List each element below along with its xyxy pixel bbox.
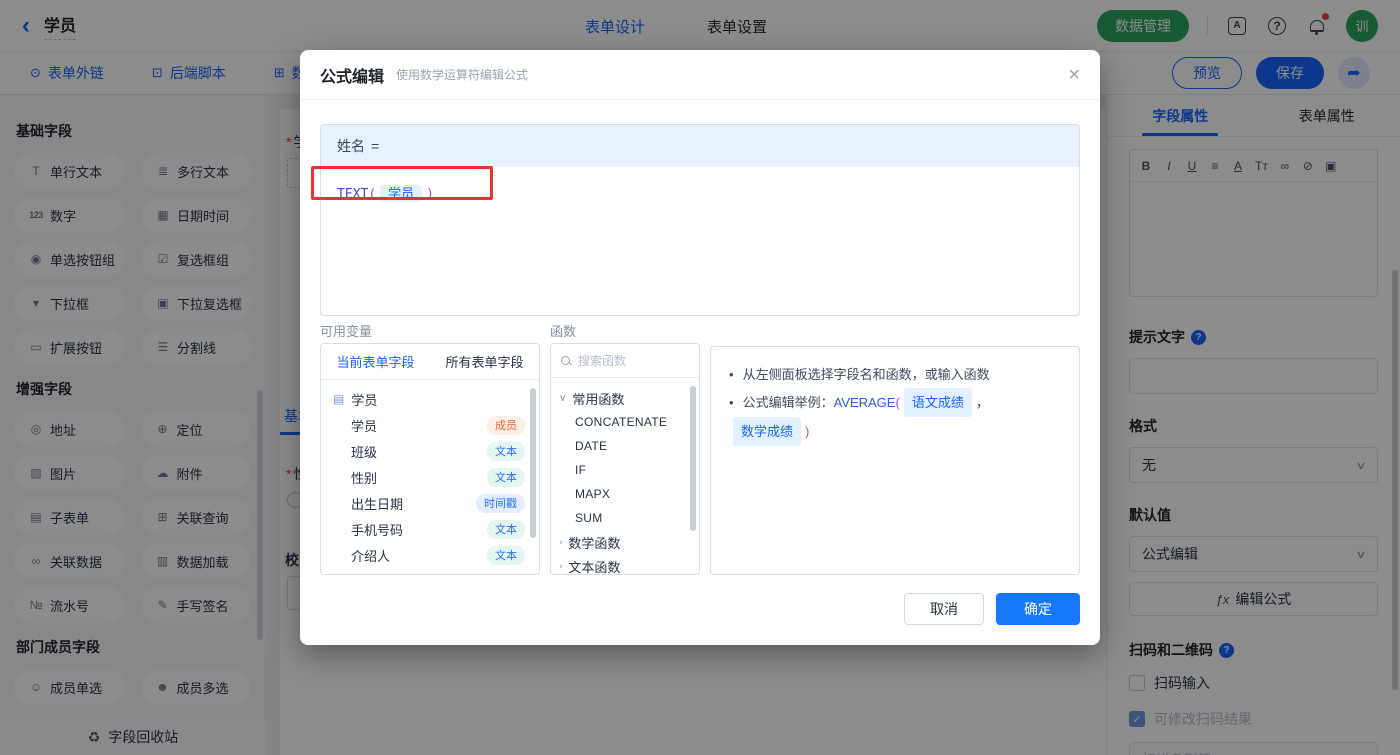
example-chip: 语文成绩 xyxy=(903,388,972,417)
help-line-1: • 从左侧面板选择字段名和函数，或输入函数 xyxy=(729,367,990,382)
cancel-button[interactable]: 取消 xyxy=(904,593,984,625)
search-icon xyxy=(561,355,571,366)
type-badge: 文本 xyxy=(487,545,525,565)
modal-title: 公式编辑 xyxy=(320,68,385,86)
variables-panel: 当前表单字段 所有表单字段 ▤ 学员 学员 成员 班级 文本 性别 文本 出生日期 时间戳 手机号码… xyxy=(320,343,540,575)
search-placeholder: 搜索函数 xyxy=(578,354,627,368)
type-badge: 文本 xyxy=(487,467,525,487)
variable-row-手机号码[interactable]: 手机号码 文本 xyxy=(321,516,539,542)
type-badge: 文本 xyxy=(487,519,525,539)
variable-row-班级[interactable]: 班级 文本 xyxy=(321,438,539,464)
function-item-DATE[interactable]: DATE xyxy=(551,434,699,458)
functions-list: ∨ 常用函数 CONCATENATE DATE IF MAPX SUM › 数学函数 › 文本函数 xyxy=(551,378,699,575)
chevron-down-icon: ∨ xyxy=(559,392,567,404)
function-item-MAPX[interactable]: MAPX xyxy=(551,482,699,506)
confirm-button[interactable]: 确定 xyxy=(996,593,1080,625)
formula-help-panel: • 从左侧面板选择字段名和函数，或输入函数 • 公式编辑举例： AVERAGE(语文成… xyxy=(710,346,1080,575)
modal-footer: 取消 确定 xyxy=(904,593,1080,625)
function-group-数学函数[interactable]: › 数学函数 xyxy=(551,530,699,554)
function-item-SUM[interactable]: SUM xyxy=(551,506,699,530)
modal-subtitle: 使用数学运算符编辑公式 xyxy=(396,68,529,82)
variables-list: ▤ 学员 学员 成员 班级 文本 性别 文本 出生日期 时间戳 手机号码 文本 介绍人 文本 xyxy=(321,380,539,568)
formula-editor[interactable]: 姓名 = TEXT(学员) xyxy=(320,124,1080,316)
variable-row-介绍人[interactable]: 介绍人 文本 xyxy=(321,542,539,568)
variables-label: 可用变量 xyxy=(320,324,373,339)
function-group-常用函数[interactable]: ∨ 常用函数 xyxy=(551,386,699,410)
function-group-文本函数[interactable]: › 文本函数 xyxy=(551,554,699,575)
chevron-right-icon: › xyxy=(559,536,563,548)
variable-row-出生日期[interactable]: 出生日期 时间戳 xyxy=(321,490,539,516)
help-line-2: • 公式编辑举例： AVERAGE(语文成绩，数学成绩) xyxy=(729,388,1061,446)
functions-panel: 搜索函数 ∨ 常用函数 CONCATENATE DATE IF MAPX SUM › 数学函数 ›… xyxy=(550,343,700,575)
variable-row-性别[interactable]: 性别 文本 xyxy=(321,464,539,490)
form-doc-icon: ▤ xyxy=(333,392,345,406)
tab-current-form-fields[interactable]: 当前表单字段 xyxy=(321,352,430,371)
variable-root-node[interactable]: ▤ 学员 xyxy=(321,386,539,412)
function-search-input[interactable]: 搜索函数 xyxy=(551,344,699,378)
function-item-CONCATENATE[interactable]: CONCATENATE xyxy=(551,410,699,434)
variables-scrollbar[interactable] xyxy=(530,388,536,538)
variables-tabs: 当前表单字段 所有表单字段 xyxy=(321,344,539,380)
formula-target: 姓名 = xyxy=(321,125,1079,167)
formula-function: TEXT xyxy=(337,187,369,202)
formula-editor-modal: 公式编辑 使用数学运算符编辑公式 × 姓名 = TEXT(学员) 可用变量 函数 … xyxy=(300,50,1100,645)
modal-header: 公式编辑 使用数学运算符编辑公式 × xyxy=(300,50,1100,100)
tab-all-form-fields[interactable]: 所有表单字段 xyxy=(430,352,539,371)
type-badge: 时间戳 xyxy=(476,493,525,513)
form-designer-page: ‹ 学员 表单设计表单设置 数据管理 A ? 训 ⊙表单外链⊡后端脚本⊞数据权 … xyxy=(0,0,1400,755)
chevron-right-icon: › xyxy=(559,560,563,572)
functions-label: 函数 xyxy=(550,324,577,339)
functions-scrollbar[interactable] xyxy=(690,386,696,531)
type-badge: 文本 xyxy=(487,441,525,461)
close-icon[interactable]: × xyxy=(1068,65,1080,85)
variable-row-学员[interactable]: 学员 成员 xyxy=(321,412,539,438)
type-badge: 成员 xyxy=(487,415,525,435)
field-chip[interactable]: 学员 xyxy=(380,185,423,202)
example-chip: 数学成绩 xyxy=(733,417,802,446)
formula-expression[interactable]: TEXT(学员) xyxy=(321,167,1079,218)
function-item-IF[interactable]: IF xyxy=(551,458,699,482)
